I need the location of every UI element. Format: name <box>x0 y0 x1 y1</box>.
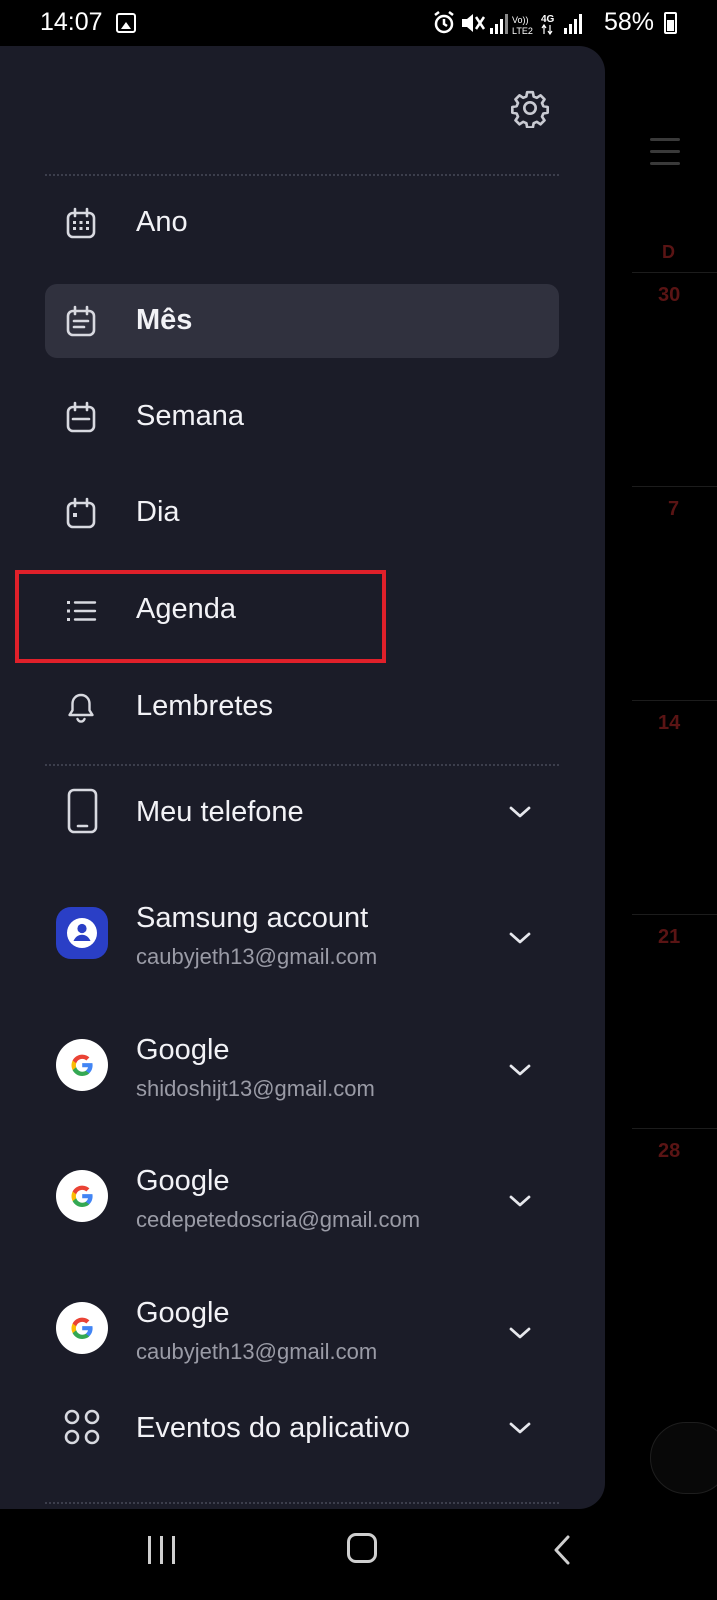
calendar-day: 28 <box>658 1140 681 1162</box>
signal-icon <box>490 14 508 34</box>
divider <box>45 1502 559 1504</box>
recent-apps-icon[interactable] <box>148 1536 178 1564</box>
back-icon[interactable] <box>552 1534 572 1566</box>
volte-label: Vo)) <box>512 15 529 25</box>
home-icon[interactable] <box>347 1533 377 1563</box>
google-icon <box>56 1039 108 1091</box>
background-button <box>650 1422 717 1494</box>
calendar-grid-icon <box>66 207 96 239</box>
nav-item-mes[interactable]: Mês <box>45 284 559 358</box>
nav-label: Semana <box>136 400 245 432</box>
phone-icon <box>67 788 98 834</box>
account-email: shidoshijt13@gmail.com <box>136 1076 375 1101</box>
highlight-box <box>15 570 386 663</box>
account-name: Google <box>136 1034 230 1066</box>
account-google-3[interactable]: Google caubyjeth13@gmail.com <box>45 1289 559 1399</box>
divider <box>45 174 559 176</box>
account-name: Google <box>136 1297 230 1329</box>
battery-icon <box>664 12 677 34</box>
chevron-down-icon[interactable] <box>507 804 533 820</box>
mute-icon <box>462 14 486 32</box>
nav-item-semana[interactable]: Semana <box>45 380 559 454</box>
nav-label: Ano <box>136 206 188 238</box>
lte-label: LTE2 <box>512 26 533 36</box>
calendar-week-icon <box>66 401 96 433</box>
account-email: caubyjeth13@gmail.com <box>136 944 378 969</box>
chevron-down-icon[interactable] <box>507 1062 533 1078</box>
nav-label: Lembretes <box>136 690 274 722</box>
network-4g-label: 4G <box>541 14 555 25</box>
status-bar: 14:07 Vo)) LTE2 4G 58% <box>0 0 717 46</box>
chevron-down-icon[interactable] <box>507 1193 533 1209</box>
battery-percentage: 58% <box>604 8 655 36</box>
system-navigation-bar <box>0 1512 717 1600</box>
chevron-down-icon[interactable] <box>507 1325 533 1341</box>
calendar-day: 7 <box>668 498 680 520</box>
account-email: cedepetedoscria@gmail.com <box>136 1207 421 1232</box>
navigation-drawer: Ano Mês Semana Dia Agenda Lembretes Meu … <box>0 46 605 1509</box>
chevron-down-icon[interactable] <box>507 1420 533 1436</box>
account-name: Eventos do aplicativo <box>136 1412 411 1444</box>
apps-icon <box>64 1409 100 1445</box>
account-eventos-aplicativo[interactable]: Eventos do aplicativo <box>45 1396 559 1506</box>
calendar-month-icon <box>66 305 96 337</box>
divider <box>45 764 559 766</box>
nav-item-ano[interactable]: Ano <box>45 186 559 260</box>
account-samsung[interactable]: Samsung account caubyjeth13@gmail.com <box>45 894 559 1004</box>
account-name: Google <box>136 1165 230 1197</box>
chevron-down-icon[interactable] <box>507 930 533 946</box>
status-icons: Vo)) LTE2 4G <box>434 11 582 36</box>
google-icon <box>56 1302 108 1354</box>
bell-icon <box>68 693 94 723</box>
nav-label: Mês <box>136 304 193 336</box>
status-time: 14:07 <box>40 8 103 36</box>
nav-label: Dia <box>136 496 180 528</box>
menu-icon <box>650 138 680 174</box>
calendar-day: 14 <box>658 712 681 734</box>
account-google-1[interactable]: Google shidoshijt13@gmail.com <box>45 1026 559 1136</box>
account-name: Samsung account <box>136 902 369 934</box>
account-google-2[interactable]: Google cedepetedoscria@gmail.com <box>45 1157 559 1267</box>
calendar-day: 21 <box>658 926 681 948</box>
calendar-day: 30 <box>658 284 681 306</box>
google-icon <box>56 1170 108 1222</box>
signal-icon-2 <box>564 14 582 34</box>
image-notification-icon <box>116 13 136 33</box>
weekday-header: D <box>662 242 675 262</box>
nav-item-lembretes[interactable]: Lembretes <box>45 670 559 744</box>
account-email: caubyjeth13@gmail.com <box>136 1339 378 1364</box>
gear-icon[interactable] <box>510 88 550 128</box>
calendar-day-icon <box>66 497 96 529</box>
samsung-account-icon <box>56 907 108 959</box>
account-name: Meu telefone <box>136 796 304 828</box>
nav-item-dia[interactable]: Dia <box>45 476 559 550</box>
account-meu-telefone[interactable]: Meu telefone <box>45 786 559 896</box>
alarm-icon <box>434 11 454 34</box>
